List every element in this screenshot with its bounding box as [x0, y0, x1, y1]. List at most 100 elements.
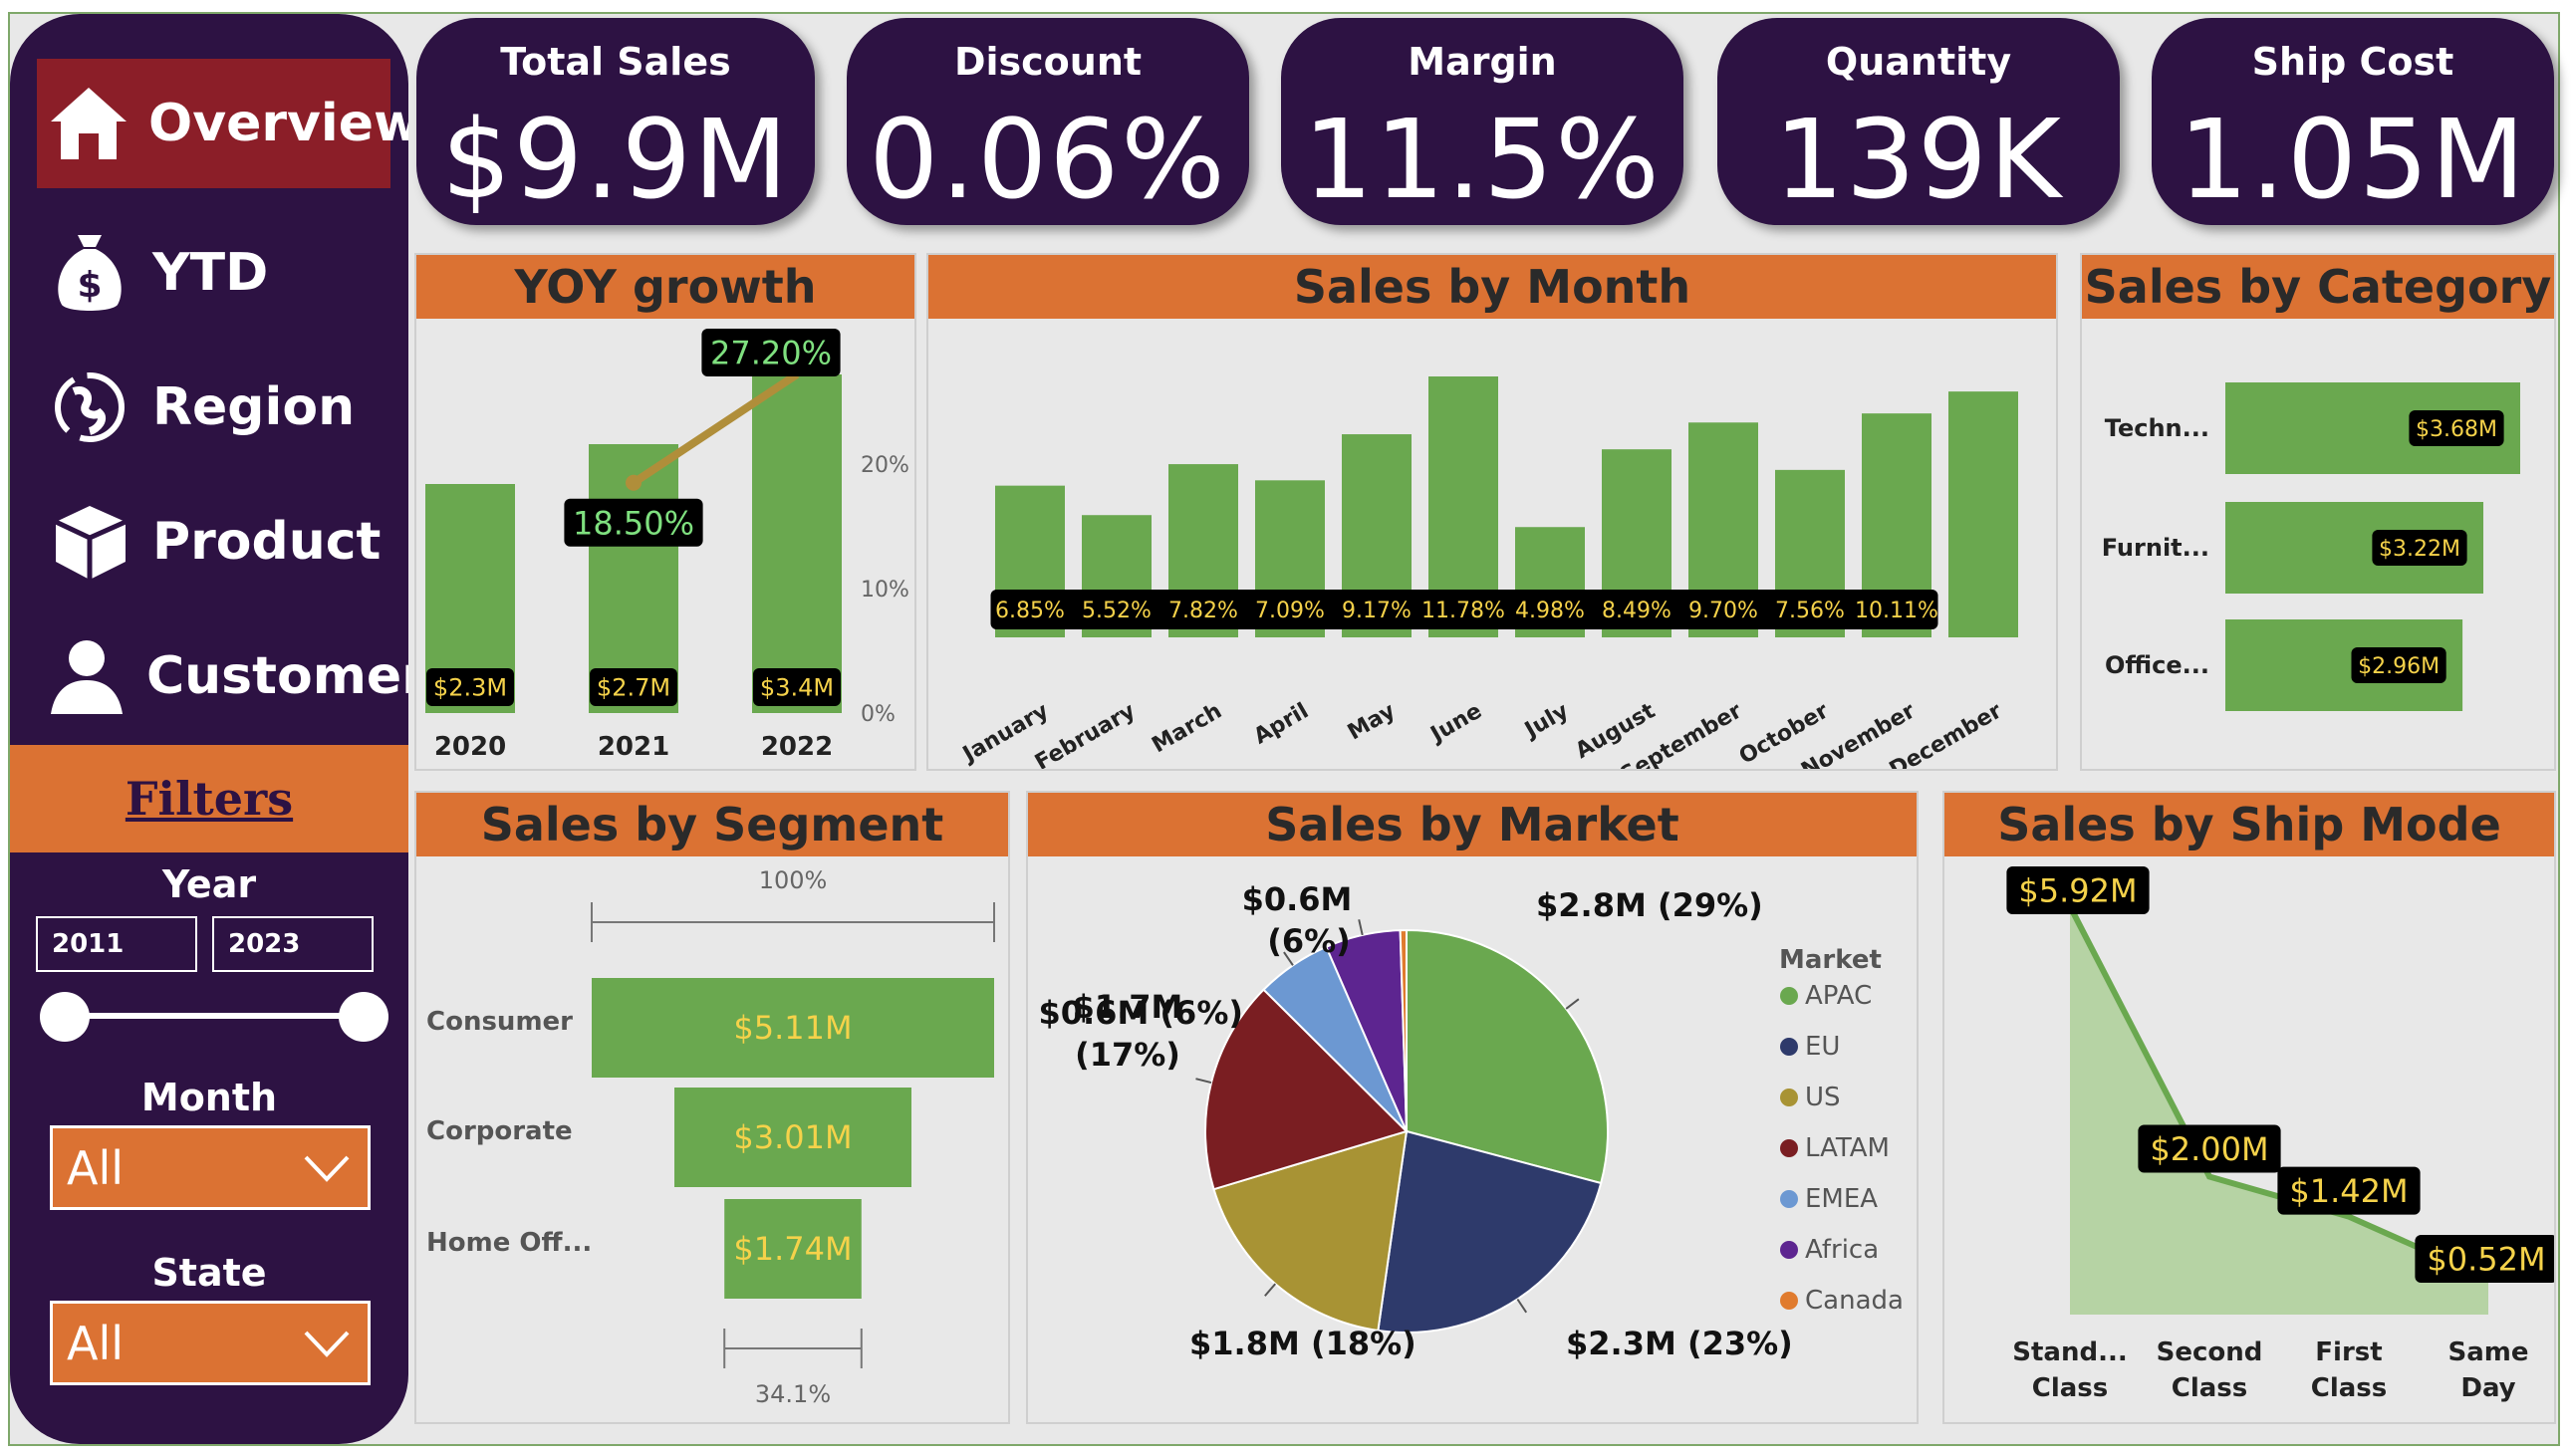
- nav-customer[interactable]: Customer: [35, 611, 408, 741]
- x-tick-label: 2020: [434, 732, 506, 762]
- pie-leader-line: [1358, 919, 1364, 936]
- legend-item: EMEA: [1805, 1184, 1878, 1214]
- panel-title: Sales by Market: [1028, 793, 1917, 856]
- pie-slice-label: $2.8M (29%): [1536, 886, 1763, 924]
- kpi-total-sales: Total Sales $9.9M: [416, 18, 815, 225]
- x-tick-label: Class: [2172, 1373, 2248, 1403]
- growth-label: 18.50%: [573, 504, 694, 542]
- x-tick-label: 2022: [761, 732, 833, 762]
- legend-swatch: [1780, 1190, 1798, 1208]
- month-dropdown[interactable]: All: [50, 1125, 371, 1210]
- x-tick-label: July: [1519, 699, 1573, 745]
- nav-label: Customer: [146, 646, 408, 706]
- x-tick-label: May: [1344, 699, 1400, 746]
- panel-title: Sales by Segment: [416, 793, 1008, 856]
- panel-title: YOY growth: [416, 255, 914, 319]
- pie-slice-label: (17%): [1075, 1036, 1180, 1074]
- x-tick-label: Class: [2311, 1373, 2388, 1403]
- y-tick-label: Techn...: [2105, 414, 2209, 442]
- box-icon: [45, 497, 134, 587]
- kpi-title: Quantity: [1825, 40, 2012, 84]
- bottom-percent-label: 34.1%: [755, 1380, 831, 1408]
- panel-title: Sales by Ship Mode: [1944, 793, 2554, 856]
- pie-leader-line: [1195, 1078, 1212, 1085]
- market-chart: $2.8M (29%)$2.3M (23%)$1.8M (18%)$1.7M(1…: [1038, 880, 1903, 1362]
- area-value-label: $0.52M: [2427, 1241, 2545, 1279]
- nav-ytd[interactable]: $ YTD: [35, 208, 393, 338]
- filters-header: Filters: [10, 745, 408, 852]
- bar-value-label: 9.70%: [1688, 599, 1758, 623]
- bar-value-label: 7.56%: [1775, 599, 1845, 623]
- sales-by-segment-panel: Sales by Segment 100% $5.11M Consumer $3.01…: [414, 791, 1010, 1424]
- bar-value-label: $1.74M: [733, 1230, 852, 1268]
- legend-item: LATAM: [1805, 1133, 1890, 1163]
- kpi-value: $9.9M: [441, 96, 790, 223]
- bar: [1948, 391, 2018, 637]
- year-to-input[interactable]: 2023: [212, 916, 374, 972]
- x-tick-label: April: [1250, 699, 1313, 750]
- x-tick-label: Stand...: [2012, 1337, 2127, 1367]
- x-tick-label: June: [1425, 699, 1486, 749]
- state-dropdown[interactable]: All: [50, 1301, 371, 1385]
- category-chart: Techn... $3.68M Furnit... $3.22M Office... $2…: [2102, 382, 2520, 711]
- kpi-value: 1.05M: [2179, 96, 2527, 223]
- chevron-down-icon: [302, 1146, 352, 1200]
- year-slider-start-handle[interactable]: [40, 992, 90, 1042]
- svg-text:$: $: [77, 265, 102, 306]
- pie-slice-label: $0.6M (6%): [1038, 994, 1243, 1032]
- y-tick-label: Office...: [2105, 651, 2209, 679]
- legend-swatch: [1780, 1139, 1798, 1157]
- yoy-chart: $2.3M 2020 $2.7M 2021 $3.4M 2022 0% 10% 20% 18.50…: [425, 329, 909, 762]
- yoy-growth-panel: YOY growth $2.3M 2020 $2.7M 2021 $3.4M 2022 0%…: [414, 253, 916, 771]
- x-tick-label: First: [2315, 1337, 2382, 1367]
- y-tick-label: Furnit...: [2102, 534, 2209, 562]
- legend-item: APAC: [1805, 981, 1872, 1011]
- y2-tick-label: 0%: [861, 702, 896, 727]
- bar-value-label: $3.4M: [760, 674, 834, 702]
- bar-value-label: $3.68M: [2416, 417, 2497, 442]
- state-label: State: [151, 1251, 267, 1295]
- bar-value-label: $2.96M: [2358, 654, 2440, 679]
- month-chart: JanuaryFebruary March April May June JulyAugu…: [957, 376, 2018, 769]
- x-tick-label: Second: [2157, 1337, 2263, 1367]
- pie-slice-label: $2.3M (23%): [1566, 1325, 1793, 1362]
- legend-swatch: [1780, 1241, 1798, 1259]
- nav-overview[interactable]: Overview: [37, 59, 408, 188]
- nav-region[interactable]: Region: [35, 343, 393, 472]
- x-tick-label: March: [1148, 699, 1226, 759]
- pie-slice-label: $0.6M: [1242, 880, 1353, 918]
- globe-icon: [45, 363, 134, 452]
- top-percent-label: 100%: [759, 866, 828, 894]
- year-slider-track[interactable]: [65, 1013, 369, 1019]
- money-bag-icon: $: [45, 228, 134, 318]
- segment-chart: 100% $5.11M Consumer $3.01M Corporate $1.74M H…: [426, 866, 995, 1408]
- area-value-label: $5.92M: [2018, 872, 2137, 910]
- sales-by-category-panel: Sales by Category Techn... $3.68M Furnit..…: [2080, 253, 2556, 771]
- y2-tick-label: 20%: [861, 453, 909, 478]
- bar: [752, 374, 842, 713]
- nav-label: YTD: [152, 243, 269, 303]
- year-slider-end-handle[interactable]: [339, 992, 388, 1042]
- x-tick-label: Same: [2448, 1337, 2529, 1367]
- bar-value-label: 6.85%: [995, 599, 1065, 623]
- nav-product[interactable]: Product: [35, 477, 393, 607]
- area-value-label: $1.42M: [2289, 1172, 2408, 1210]
- bar-value-label: $2.7M: [597, 674, 670, 702]
- legend-item: Africa: [1805, 1235, 1879, 1265]
- growth-label: 27.20%: [710, 335, 832, 372]
- bar-value-label: $3.01M: [733, 1118, 852, 1156]
- legend-item: EU: [1805, 1032, 1840, 1062]
- sales-by-market-panel: Sales by Market $2.8M (29%) $2.3M (23%) $1…: [1026, 791, 1919, 1424]
- pie-leader-line: [1264, 1283, 1277, 1297]
- year-from-input[interactable]: 2011: [36, 916, 197, 972]
- area-value-label: $2.00M: [2150, 1130, 2268, 1168]
- sales-by-ship-mode-panel: Sales by Ship Mode $5.92M $2.00M $1.42M $0.…: [1942, 791, 2556, 1424]
- bar-value-label: 7.09%: [1255, 599, 1325, 623]
- user-icon: [45, 631, 129, 721]
- kpi-value: 0.06%: [869, 96, 1227, 223]
- bar-value-label: 4.98%: [1515, 599, 1585, 623]
- kpi-title: Ship Cost: [2251, 40, 2454, 84]
- legend-swatch: [1780, 987, 1798, 1005]
- pie-slice-label: (6%): [1267, 922, 1351, 960]
- y-tick-label: Consumer: [426, 1007, 573, 1037]
